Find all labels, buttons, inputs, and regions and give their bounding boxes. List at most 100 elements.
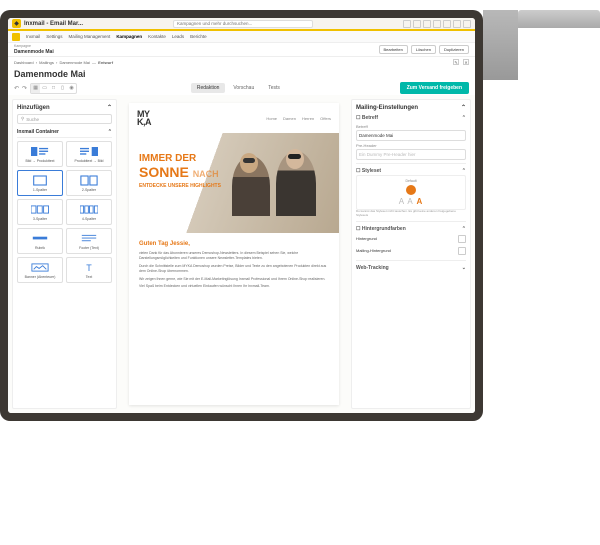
em-nav-herren: Herren <box>302 116 314 121</box>
comp-label: 2-Spalter <box>82 188 96 192</box>
campaign-name: Damenmode Mai <box>14 49 54 55</box>
collapse-icon[interactable]: ⌃ <box>107 104 112 111</box>
tab-vorschau[interactable]: Vorschau <box>227 83 260 93</box>
nav-berichte[interactable]: Berichte <box>190 34 207 39</box>
section-label: Inxmail Container <box>17 129 59 135</box>
comp-produkttext-bild[interactable]: Produkttext → Bild <box>66 141 112 167</box>
topbar-icon-4[interactable] <box>433 20 441 28</box>
view-mode-group: ▦ ▭ □ ▯ ◉ <box>30 83 77 94</box>
email-para1: vielen Dank für das Abonnieren unseres D… <box>139 251 329 261</box>
topbar-icon-2[interactable] <box>413 20 421 28</box>
topbar-icon-5[interactable] <box>443 20 451 28</box>
browser-topbar: ◆ Inxmail - Email Mar... <box>8 18 475 31</box>
tab-redaktion[interactable]: Redaktion <box>191 83 226 93</box>
preheader-input[interactable]: Ein Dummy Pre-Header hier <box>356 149 466 160</box>
status-badge: Entwurf <box>98 60 113 65</box>
publish-button[interactable]: Zum Versand freigeben <box>400 82 469 94</box>
comp-1-spalter[interactable]: 1-Spalter <box>17 170 63 196</box>
duplicate-button[interactable]: Duplizieren <box>439 45 469 54</box>
view-mobile-icon[interactable]: ▯ <box>58 84 67 93</box>
comp-label: Produkttext → Bild <box>75 159 104 163</box>
comp-label: Banner (Abenteuer) <box>25 275 56 279</box>
edit-button[interactable]: Bearbeiten <box>379 45 408 54</box>
styleset-header[interactable]: ☐ Styleset⌃ <box>356 167 466 175</box>
collapse-icon[interactable]: ⌃ <box>461 104 466 111</box>
global-search-input[interactable] <box>173 20 313 28</box>
component-search[interactable]: ⚲ Suche <box>17 114 112 124</box>
comp-label: 3-Spalter <box>33 217 47 221</box>
comp-label: 4-Spalter <box>82 217 96 221</box>
email-logo: MYK,A <box>137 110 151 126</box>
view-preview-icon[interactable]: ◉ <box>67 84 76 93</box>
comp-label: Footer (Text) <box>79 246 99 250</box>
edit-icon[interactable]: ✎ <box>453 59 459 65</box>
chevron-up-icon: ⌃ <box>462 168 466 174</box>
app-logo-icon: ◆ <box>12 19 21 28</box>
comp-3-spalter[interactable]: 3-Spalter <box>17 199 63 225</box>
view-grid-icon[interactable]: ▦ <box>31 84 40 93</box>
color-swatch[interactable] <box>458 247 466 255</box>
settings-panel: Mailing-Einstellungen ⌃ ☐ Betreff⌃ Betre… <box>351 99 471 409</box>
email-canvas[interactable]: MYK,A Home Damen Herren Offers IMMER DER… <box>121 95 347 413</box>
styleset-note: Du kannst das Styleset nicht tauschen. E… <box>356 210 466 218</box>
comp-text[interactable]: T Text <box>66 257 112 283</box>
email-para2: Durch die Schnittstelle zum MYKA Demosho… <box>139 264 329 274</box>
undo-icon[interactable]: ↶ <box>14 85 19 92</box>
betreff-input[interactable]: Damenmode Mai <box>356 130 466 141</box>
bc-current: Damenmode Mai <box>59 60 89 65</box>
styleset-card[interactable]: Default A A A <box>356 175 466 210</box>
nav-leads[interactable]: Leads <box>172 34 184 39</box>
comp-label: 1-Spalter <box>33 188 47 192</box>
comp-4-spalter[interactable]: 4-Spalter <box>66 199 112 225</box>
breadcrumb: Dashboard › Mailings › Damenmode Mai — E… <box>8 57 475 67</box>
svg-text:T: T <box>86 263 92 273</box>
topbar-icon-3[interactable] <box>423 20 431 28</box>
comp-banner[interactable]: Banner (Abenteuer) <box>17 257 63 283</box>
add-panel-title-text: Hinzufügen <box>17 105 50 111</box>
add-panel-title: Hinzufügen ⌃ <box>17 104 112 111</box>
global-search-wrap <box>86 20 400 28</box>
container-section-header[interactable]: Inxmail Container ⌃ <box>17 127 112 138</box>
bg-hintergrund-row[interactable]: Hintergrund <box>356 233 466 245</box>
hero-line3: ENTDECKE UNSERE HIGHLIGHTS <box>139 183 221 189</box>
nav-inxmail[interactable]: Inxmail <box>26 34 40 39</box>
tab-tests[interactable]: Tests <box>262 83 286 93</box>
comp-rubrik[interactable]: Rubrik <box>17 228 63 254</box>
betreff-header[interactable]: ☐ Betreff⌃ <box>356 114 466 122</box>
bg-header[interactable]: ☐ Hintergrundfarben⌃ <box>356 225 466 233</box>
notification-icon[interactable] <box>453 20 461 28</box>
color-swatch[interactable] <box>458 235 466 243</box>
settings-title-text: Mailing-Einstellungen <box>356 105 418 111</box>
hero-line2: SONNE NACH <box>139 164 221 180</box>
comp-2-spalter[interactable]: 2-Spalter <box>66 170 112 196</box>
editor-toolbar: ↶ ↷ ▦ ▭ □ ▯ ◉ Redaktion Vorschau Tests Z… <box>8 81 475 95</box>
tracking-header[interactable]: Web-Tracking⌄ <box>356 264 466 272</box>
color-swatch-icon <box>406 185 416 195</box>
comp-footer-text[interactable]: Footer (Text) <box>66 228 112 254</box>
comp-bild-produkttext[interactable]: Bild → Produkttext <box>17 141 63 167</box>
topbar-icon-1[interactable] <box>403 20 411 28</box>
nav-mailing-mgmt[interactable]: Mailing Management <box>69 34 111 39</box>
view-desktop-icon[interactable]: ▭ <box>40 84 49 93</box>
redo-icon[interactable]: ↷ <box>22 85 27 92</box>
bc-mailings[interactable]: Mailings <box>39 60 54 65</box>
nav-kontakte[interactable]: Kontakte <box>148 34 166 39</box>
avatar-icon[interactable] <box>463 20 471 28</box>
nav-settings[interactable]: Settings <box>46 34 62 39</box>
chevron-up-icon: ⌃ <box>462 226 466 232</box>
comp-label: Text <box>86 275 92 279</box>
view-tablet-icon[interactable]: □ <box>49 84 58 93</box>
topbar-action-icons <box>403 20 471 28</box>
email-nav: Home Damen Herren Offers <box>266 116 331 121</box>
betreff-label: Betreff <box>356 124 466 129</box>
email-para4: Viel Spaß beim Entdecken und virtuellen … <box>139 284 329 289</box>
email-hero: IMMER DER SONNE NACH ENTDECKE UNSERE HIG… <box>129 133 339 233</box>
nav-logo-icon <box>12 33 20 41</box>
settings-title: Mailing-Einstellungen ⌃ <box>356 104 466 111</box>
nav-kampagnen[interactable]: Kampagnen <box>116 34 142 39</box>
delete-button[interactable]: Löschen <box>411 45 436 54</box>
bg-mailing-row[interactable]: Mailing-Hintergrund <box>356 245 466 257</box>
main-nav: Inxmail Settings Mailing Management Kamp… <box>8 31 475 43</box>
bc-dashboard[interactable]: Dashboard <box>14 60 34 65</box>
close-icon[interactable]: ✕ <box>463 59 469 65</box>
